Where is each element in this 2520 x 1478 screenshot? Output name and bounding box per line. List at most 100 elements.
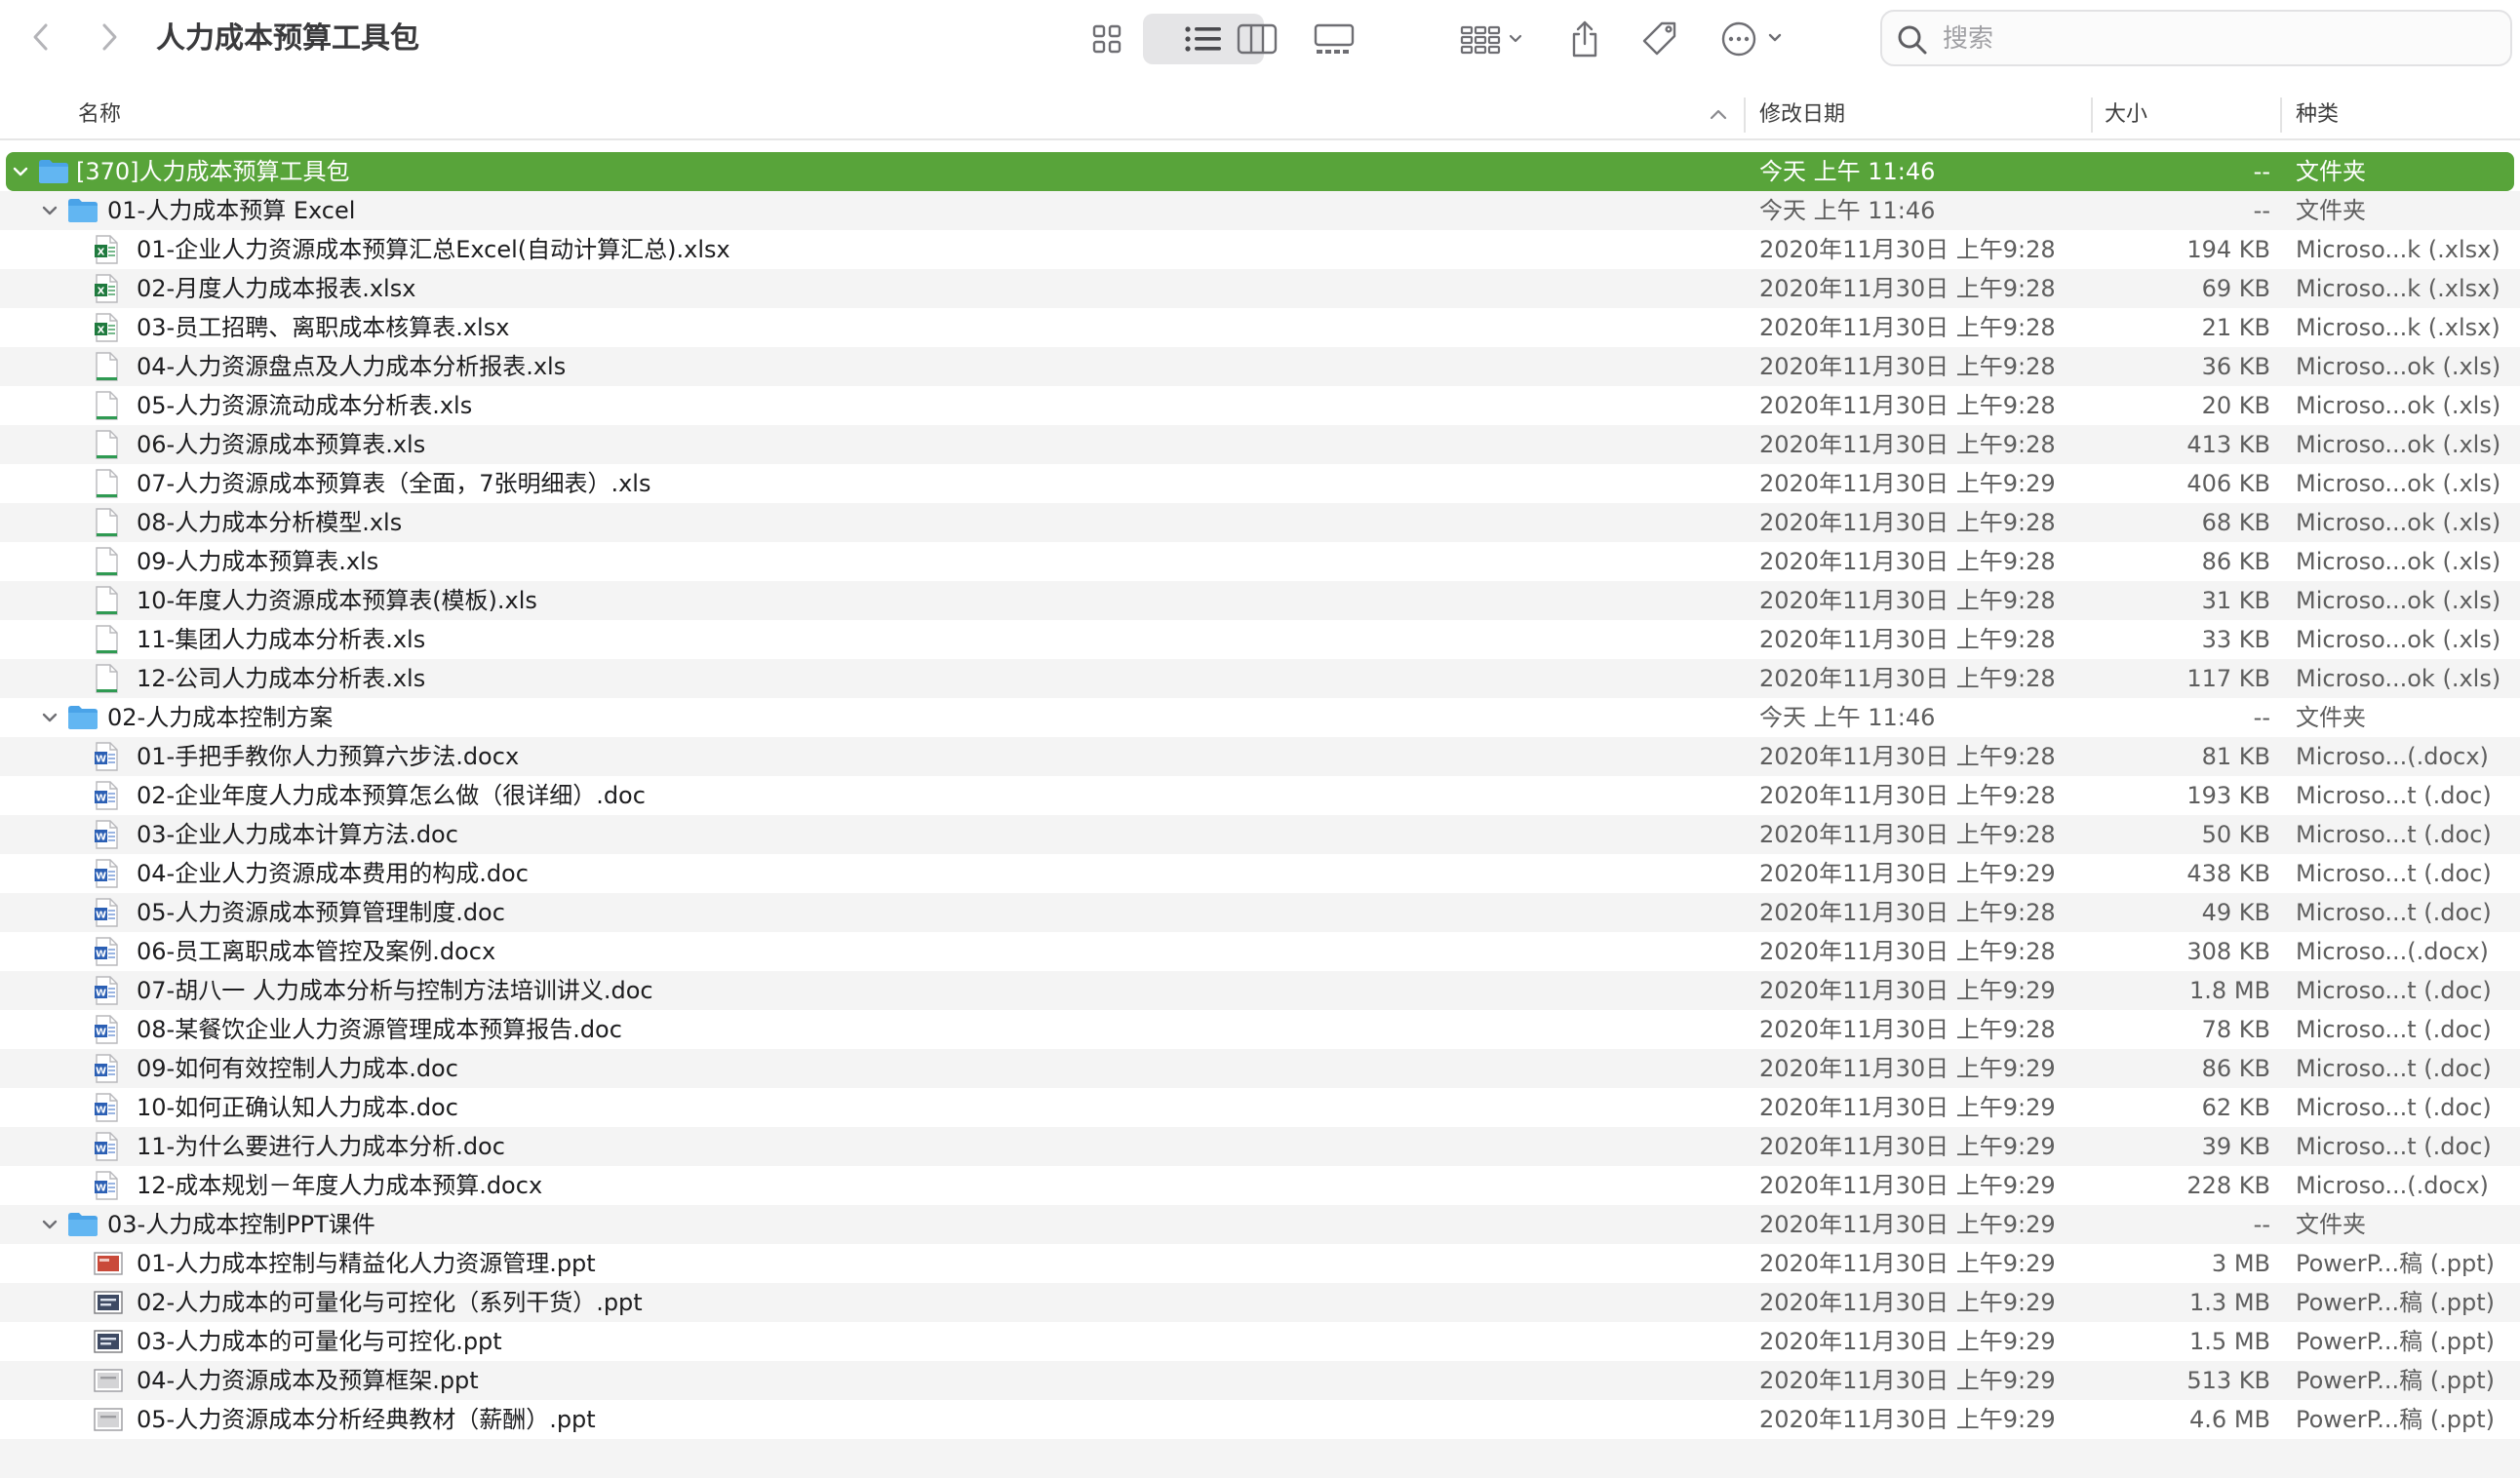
file-size: 62 KB xyxy=(2201,1094,2270,1121)
icon-view-icon[interactable] xyxy=(1083,14,1131,64)
tag-icon[interactable] xyxy=(1634,14,1685,64)
file-row[interactable]: W 01-手把手教你人力预算六步法.docx 2020年11月30日 上午9:28 8… xyxy=(0,737,2520,776)
file-row[interactable]: 06-人力资源成本预算表.xls 2020年11月30日 上午9:28 413 KB… xyxy=(0,425,2520,464)
file-size: 86 KB xyxy=(2201,548,2270,575)
file-size: 1.5 MB xyxy=(2189,1328,2270,1355)
file-size: -- xyxy=(2253,1211,2270,1238)
file-row[interactable]: 02-人力成本的可量化与可控化（系列干货）.ppt 2020年11月30日 上午9… xyxy=(0,1283,2520,1322)
file-size: 49 KB xyxy=(2201,899,2270,926)
svg-text:W: W xyxy=(96,989,106,999)
folder-icon xyxy=(66,704,99,735)
column-kind-header[interactable]: 种类 xyxy=(2296,99,2339,131)
file-row[interactable]: 05-人力资源流动成本分析表.xls 2020年11月30日 上午9:28 20 K… xyxy=(0,386,2520,425)
file-row[interactable]: 05-人力资源成本分析经典教材（薪酬）.ppt 2020年11月30日 上午9:2… xyxy=(0,1400,2520,1439)
svg-text:W: W xyxy=(96,872,106,882)
word-file-icon: W xyxy=(94,781,119,814)
disclosure-chevron-icon[interactable] xyxy=(12,163,29,180)
file-row[interactable]: 08-人力成本分析模型.xls 2020年11月30日 上午9:28 68 KB Mi… xyxy=(0,503,2520,542)
group-icon[interactable] xyxy=(1457,14,1527,64)
file-row[interactable]: W 04-企业人力资源成本费用的构成.doc 2020年11月30日 上午9:29 4… xyxy=(0,854,2520,893)
file-size: 438 KB xyxy=(2186,860,2270,887)
column-date-header[interactable]: 修改日期 xyxy=(1759,99,1845,131)
ppt-file-icon xyxy=(94,1329,123,1358)
file-row[interactable]: W 10-如何正确认知人力成本.doc 2020年11月30日 上午9:29 62 K… xyxy=(0,1088,2520,1127)
column-size-header[interactable]: 大小 xyxy=(2105,99,2147,131)
disclosure-chevron-icon[interactable] xyxy=(41,1216,59,1233)
file-row[interactable]: 07-人力资源成本预算表（全面，7张明细表）.xls 2020年11月30日 上午… xyxy=(0,464,2520,503)
file-name: 05-人力资源流动成本分析表.xls xyxy=(137,392,473,419)
file-date: 2020年11月30日 上午9:29 xyxy=(1759,1289,2056,1316)
file-kind: Microso...t (.doc) xyxy=(2296,1133,2492,1160)
column-divider[interactable] xyxy=(2091,97,2093,133)
back-icon[interactable] xyxy=(21,18,60,57)
file-name: 01-企业人力资源成本预算汇总Excel(自动计算汇总).xlsx xyxy=(137,236,730,263)
excel-file-icon xyxy=(94,508,119,541)
file-row[interactable]: W 12-成本规划－年度人力成本预算.docx 2020年11月30日 上午9:29… xyxy=(0,1166,2520,1205)
file-row[interactable]: W 11-为什么要进行人力成本分析.doc 2020年11月30日 上午9:29 39… xyxy=(0,1127,2520,1166)
column-name-header[interactable]: 名称 xyxy=(78,99,121,131)
file-row[interactable]: X 03-员工招聘、离职成本核算表.xlsx 2020年11月30日 上午9:28 2… xyxy=(0,308,2520,347)
file-list: [370]人力成本预算工具包 今天 上午 11:46 -- 文件夹 01-人力成本预算 … xyxy=(0,152,2520,1478)
file-row[interactable]: 01-人力成本控制与精益化人力资源管理.ppt 2020年11月30日 上午9:2… xyxy=(0,1244,2520,1283)
file-row[interactable]: W 03-企业人力成本计算方法.doc 2020年11月30日 上午9:28 50 K… xyxy=(0,815,2520,854)
file-row[interactable]: W 02-企业年度人力成本预算怎么做（很详细）.doc 2020年11月30日 上午… xyxy=(0,776,2520,815)
svg-text:W: W xyxy=(96,1184,106,1194)
file-kind: Microso...ok (.xls) xyxy=(2296,470,2501,497)
column-divider[interactable] xyxy=(1744,97,1746,133)
file-date: 2020年11月30日 上午9:29 xyxy=(1759,1133,2056,1160)
forward-icon[interactable] xyxy=(90,18,129,57)
word-file-icon: W xyxy=(94,1054,119,1087)
folder-row[interactable]: 02-人力成本控制方案 今天 上午 11:46 -- 文件夹 xyxy=(0,698,2520,737)
disclosure-chevron-icon[interactable] xyxy=(41,202,59,219)
file-date: 2020年11月30日 上午9:28 xyxy=(1759,509,2056,536)
file-row[interactable]: W 09-如何有效控制人力成本.doc 2020年11月30日 上午9:29 86 K… xyxy=(0,1049,2520,1088)
file-row[interactable]: 11-集团人力成本分析表.xls 2020年11月30日 上午9:28 33 KB M… xyxy=(0,620,2520,659)
file-row[interactable]: 03-人力成本的可量化与可控化.ppt 2020年11月30日 上午9:29 1.5… xyxy=(0,1322,2520,1361)
file-row[interactable]: X 02-月度人力成本报表.xlsx 2020年11月30日 上午9:28 69 KB… xyxy=(0,269,2520,308)
file-name: 10-年度人力资源成本预算表(模板).xls xyxy=(137,587,537,614)
file-size: 33 KB xyxy=(2201,626,2270,653)
svg-text:X: X xyxy=(98,248,105,258)
file-date: 2020年11月30日 上午9:28 xyxy=(1759,782,2056,809)
svg-text:W: W xyxy=(96,1067,106,1077)
file-row[interactable]: W 08-某餐饮企业人力资源管理成本预算报告.doc 2020年11月30日 上午9… xyxy=(0,1010,2520,1049)
file-row[interactable]: 12-公司人力成本分析表.xls 2020年11月30日 上午9:28 117 KB… xyxy=(0,659,2520,698)
file-kind: Microso...ok (.xls) xyxy=(2296,392,2501,419)
file-size: 50 KB xyxy=(2201,821,2270,848)
file-row[interactable]: 09-人力成本预算表.xls 2020年11月30日 上午9:28 86 KB Mic… xyxy=(0,542,2520,581)
file-kind: Microso...t (.doc) xyxy=(2296,1055,2492,1082)
file-size: 193 KB xyxy=(2186,782,2270,809)
file-kind: PowerP...稿 (.ppt) xyxy=(2296,1328,2496,1355)
file-name: 04-企业人力资源成本费用的构成.doc xyxy=(137,860,529,887)
gallery-view-icon[interactable] xyxy=(1307,14,1361,64)
file-kind: Microso...t (.doc) xyxy=(2296,1016,2492,1043)
file-kind: PowerP...稿 (.ppt) xyxy=(2296,1406,2496,1433)
file-row[interactable]: W 06-员工离职成本管控及案例.docx 2020年11月30日 上午9:28 30… xyxy=(0,932,2520,971)
search-input[interactable] xyxy=(1941,18,2491,60)
file-row[interactable]: 04-人力资源盘点及人力成本分析报表.xls 2020年11月30日 上午9:28… xyxy=(0,347,2520,386)
file-size: 228 KB xyxy=(2186,1172,2270,1199)
folder-row[interactable]: 03-人力成本控制PPT课件 2020年11月30日 上午9:29 -- 文件夹 xyxy=(0,1205,2520,1244)
excel-file-icon: X xyxy=(94,313,119,346)
file-kind: Microso...t (.doc) xyxy=(2296,782,2492,809)
disclosure-chevron-icon[interactable] xyxy=(41,709,59,726)
folder-row[interactable]: 01-人力成本预算 Excel 今天 上午 11:46 -- 文件夹 xyxy=(0,191,2520,230)
sort-ascending-icon[interactable] xyxy=(1709,107,1728,121)
file-date: 今天 上午 11:46 xyxy=(1759,704,1936,731)
file-date: 2020年11月30日 上午9:29 xyxy=(1759,1055,2056,1082)
column-view-icon[interactable] xyxy=(1231,14,1283,64)
folder-row[interactable]: [370]人力成本预算工具包 今天 上午 11:46 -- 文件夹 xyxy=(6,152,2514,191)
file-date: 2020年11月30日 上午9:28 xyxy=(1759,938,2056,965)
share-icon[interactable] xyxy=(1560,14,1609,64)
file-row[interactable]: X 01-企业人力资源成本预算汇总Excel(自动计算汇总).xlsx 2020年1… xyxy=(0,230,2520,269)
search-field[interactable] xyxy=(1880,10,2512,66)
file-row[interactable]: 04-人力资源成本及预算框架.ppt 2020年11月30日 上午9:29 513 … xyxy=(0,1361,2520,1400)
more-icon[interactable] xyxy=(1716,14,1792,64)
column-divider[interactable] xyxy=(2280,97,2282,133)
file-row[interactable]: W 05-人力资源成本预算管理制度.doc 2020年11月30日 上午9:28 49… xyxy=(0,893,2520,932)
word-file-icon: W xyxy=(94,742,119,775)
file-size: 1.8 MB xyxy=(2189,977,2270,1004)
file-row[interactable]: 10-年度人力资源成本预算表(模板).xls 2020年11月30日 上午9:28… xyxy=(0,581,2520,620)
file-row[interactable]: W 07-胡八一 人力成本分析与控制方法培训讲义.doc 2020年11月30日 上… xyxy=(0,971,2520,1010)
file-kind: Microso...t (.doc) xyxy=(2296,977,2492,1004)
